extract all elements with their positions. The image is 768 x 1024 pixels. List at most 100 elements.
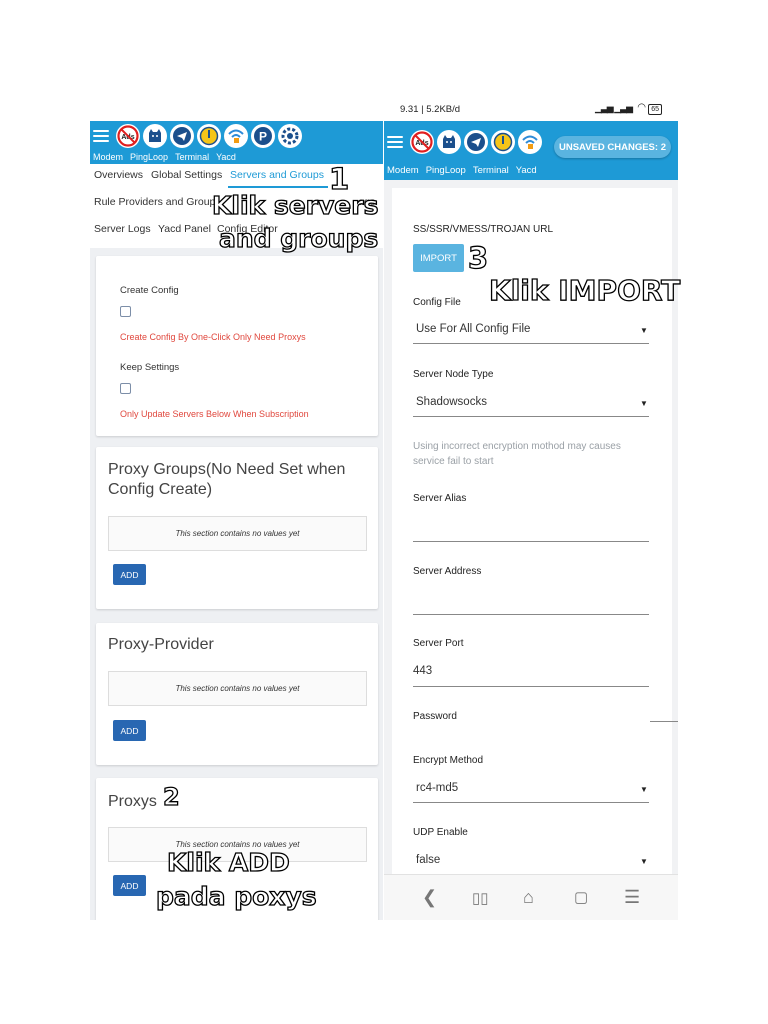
tab-global-settings[interactable]: Global Settings (151, 169, 222, 181)
unsaved-changes-badge[interactable]: UNSAVED CHANGES: 2 (554, 136, 671, 158)
sublabel-terminal[interactable]: Terminal (473, 165, 509, 176)
proxy-groups-card: Proxy Groups(No Need Set when Config Cre… (96, 447, 378, 609)
proxy-provider-empty: This section contains no values yet (108, 671, 367, 706)
sublabel-pingloop[interactable]: PingLoop (130, 152, 168, 162)
port-underline (413, 686, 649, 687)
menu-icon[interactable]: ☰ (624, 887, 640, 908)
status-bar: 9.31 | 5.2KB/d ▁▃▅ ▁▃▅ ◠ 65 (384, 99, 678, 121)
import-button[interactable]: IMPORT (413, 244, 464, 272)
clash-icon[interactable] (197, 124, 221, 148)
node-type-caret-icon: ▼ (640, 399, 648, 408)
annotation-number-2: 2 (162, 783, 180, 811)
encrypt-caret-icon: ▼ (640, 785, 648, 794)
hamburger-icon[interactable] (387, 136, 403, 148)
udp-select[interactable]: false (416, 854, 440, 866)
sublabel-terminal[interactable]: Terminal (175, 152, 209, 162)
password-visibility-handle[interactable] (650, 721, 678, 722)
create-config-hint: Create Config By One-Click Only Need Pro… (120, 332, 306, 342)
proxys-title: Proxys (108, 793, 157, 810)
cat-icon[interactable] (143, 124, 167, 148)
url-label: SS/SSR/VMESS/TROJAN URL (413, 224, 554, 235)
wifi-lock-icon[interactable] (224, 124, 248, 148)
clash-icon[interactable] (491, 130, 515, 154)
back-icon[interactable]: ❮ (422, 887, 437, 908)
sublabel-pingloop[interactable]: PingLoop (426, 165, 466, 176)
sublabel-modem[interactable]: Modem (387, 165, 419, 176)
wifi-icon: ◠ (637, 102, 646, 113)
port-label: Server Port (413, 638, 464, 649)
battery-icon: 65 (648, 104, 662, 115)
gear-icon[interactable] (278, 124, 302, 148)
address-underline (413, 614, 649, 615)
app-sublabels-right: Modem PingLoop Terminal Yacd (387, 165, 537, 176)
app-sublabels: Modem PingLoop Terminal Yacd (93, 152, 236, 162)
annotation-and-groups: and groups (218, 224, 379, 253)
node-type-select[interactable]: Shadowsocks (416, 396, 487, 408)
right-screenshot: 9.31 | 5.2KB/d ▁▃▅ ▁▃▅ ◠ 65 Ads UNSAVED … (384, 99, 678, 920)
udp-label: UDP Enable (413, 827, 468, 838)
node-type-underline (413, 416, 649, 417)
config-file-select[interactable]: Use For All Config File (416, 323, 530, 335)
p-icon[interactable]: P (251, 124, 275, 148)
tab-servers-and-groups[interactable]: Servers and Groups (230, 169, 324, 181)
config-file-caret-icon: ▼ (640, 326, 648, 335)
wifi-lock-icon[interactable] (518, 130, 542, 154)
keep-settings-hint: Only Update Servers Below When Subscript… (120, 409, 309, 419)
port-input[interactable]: 443 (413, 665, 432, 677)
tab-server-logs[interactable]: Server Logs (94, 223, 151, 235)
home-icon[interactable]: ⌂ (523, 887, 534, 908)
address-label: Server Address (413, 566, 482, 577)
app-icon-row: Ads P (93, 124, 302, 148)
config-file-underline (413, 343, 649, 344)
create-config-checkbox[interactable] (120, 306, 131, 317)
ads-block-icon[interactable]: Ads (410, 130, 434, 154)
keep-settings-label: Keep Settings (120, 362, 180, 373)
udp-caret-icon: ▼ (640, 857, 648, 866)
proxy-provider-card: Proxy-Provider This section contains no … (96, 623, 378, 765)
proxy-groups-title: Proxy Groups(No Need Set when Config Cre… (108, 461, 346, 498)
app-header: Ads P Modem PingLoop Terminal Yacd (90, 121, 383, 164)
sublabel-yacd[interactable]: Yacd (216, 152, 236, 162)
tab-yacd-panel[interactable]: Yacd Panel (158, 223, 211, 235)
annotation-number-1: 1 (328, 162, 350, 196)
annotation-pada-poxys: pada poxys (155, 882, 317, 911)
create-config-label: Create Config (120, 285, 179, 296)
config-file-label: Config File (413, 297, 461, 308)
android-nav-bar: ❮ ▯▯ ⌂ ▢ ☰ (384, 874, 678, 920)
cat-icon[interactable] (437, 130, 461, 154)
encrypt-select[interactable]: rc4-md5 (416, 782, 458, 794)
encryption-warning: Using incorrect encryption mothod may ca… (413, 441, 621, 467)
annotation-klik-servers: Klik servers (211, 191, 379, 220)
keep-settings-checkbox[interactable] (120, 383, 131, 394)
telegram-icon[interactable] (170, 124, 194, 148)
app-icon-row-right: Ads (387, 130, 542, 154)
tab-overviews[interactable]: Overviews (94, 169, 143, 181)
status-time: 9.31 | 5.2KB/d (400, 104, 461, 115)
sublabel-yacd[interactable]: Yacd (516, 165, 537, 176)
proxy-provider-title: Proxy-Provider (108, 636, 214, 653)
password-label: Password (413, 711, 457, 722)
book-icon[interactable]: ▯▯ (472, 889, 489, 907)
create-config-card: Create Config Create Config By One-Click… (96, 256, 378, 436)
proxy-groups-add-button[interactable]: ADD (113, 564, 146, 585)
tab-rule-providers[interactable]: Rule Providers and Group (94, 196, 215, 208)
app-header-right: Ads UNSAVED CHANGES: 2 Modem PingLoop Te… (384, 121, 678, 180)
proxy-provider-add-button[interactable]: ADD (113, 720, 146, 741)
telegram-icon[interactable] (464, 130, 488, 154)
proxys-add-button[interactable]: ADD (113, 875, 146, 896)
alias-label: Server Alias (413, 493, 467, 504)
proxy-groups-empty: This section contains no values yet (108, 516, 367, 551)
annotation-klik-add: Klik ADD (166, 848, 290, 877)
encrypt-underline (413, 802, 649, 803)
tabs-icon[interactable]: ▢ (574, 888, 588, 906)
annotation-klik-import: Klik IMPORT (488, 274, 681, 307)
ads-block-icon[interactable]: Ads (116, 124, 140, 148)
sublabel-modem[interactable]: Modem (93, 152, 123, 162)
signal-icon: ▁▃▅ ▁▃▅ (594, 103, 633, 113)
svg-text:P: P (259, 130, 267, 144)
hamburger-icon[interactable] (93, 130, 109, 142)
encrypt-label: Encrypt Method (413, 755, 484, 766)
node-type-label: Server Node Type (413, 369, 494, 380)
annotation-number-3: 3 (467, 241, 489, 275)
alias-underline (413, 541, 649, 542)
